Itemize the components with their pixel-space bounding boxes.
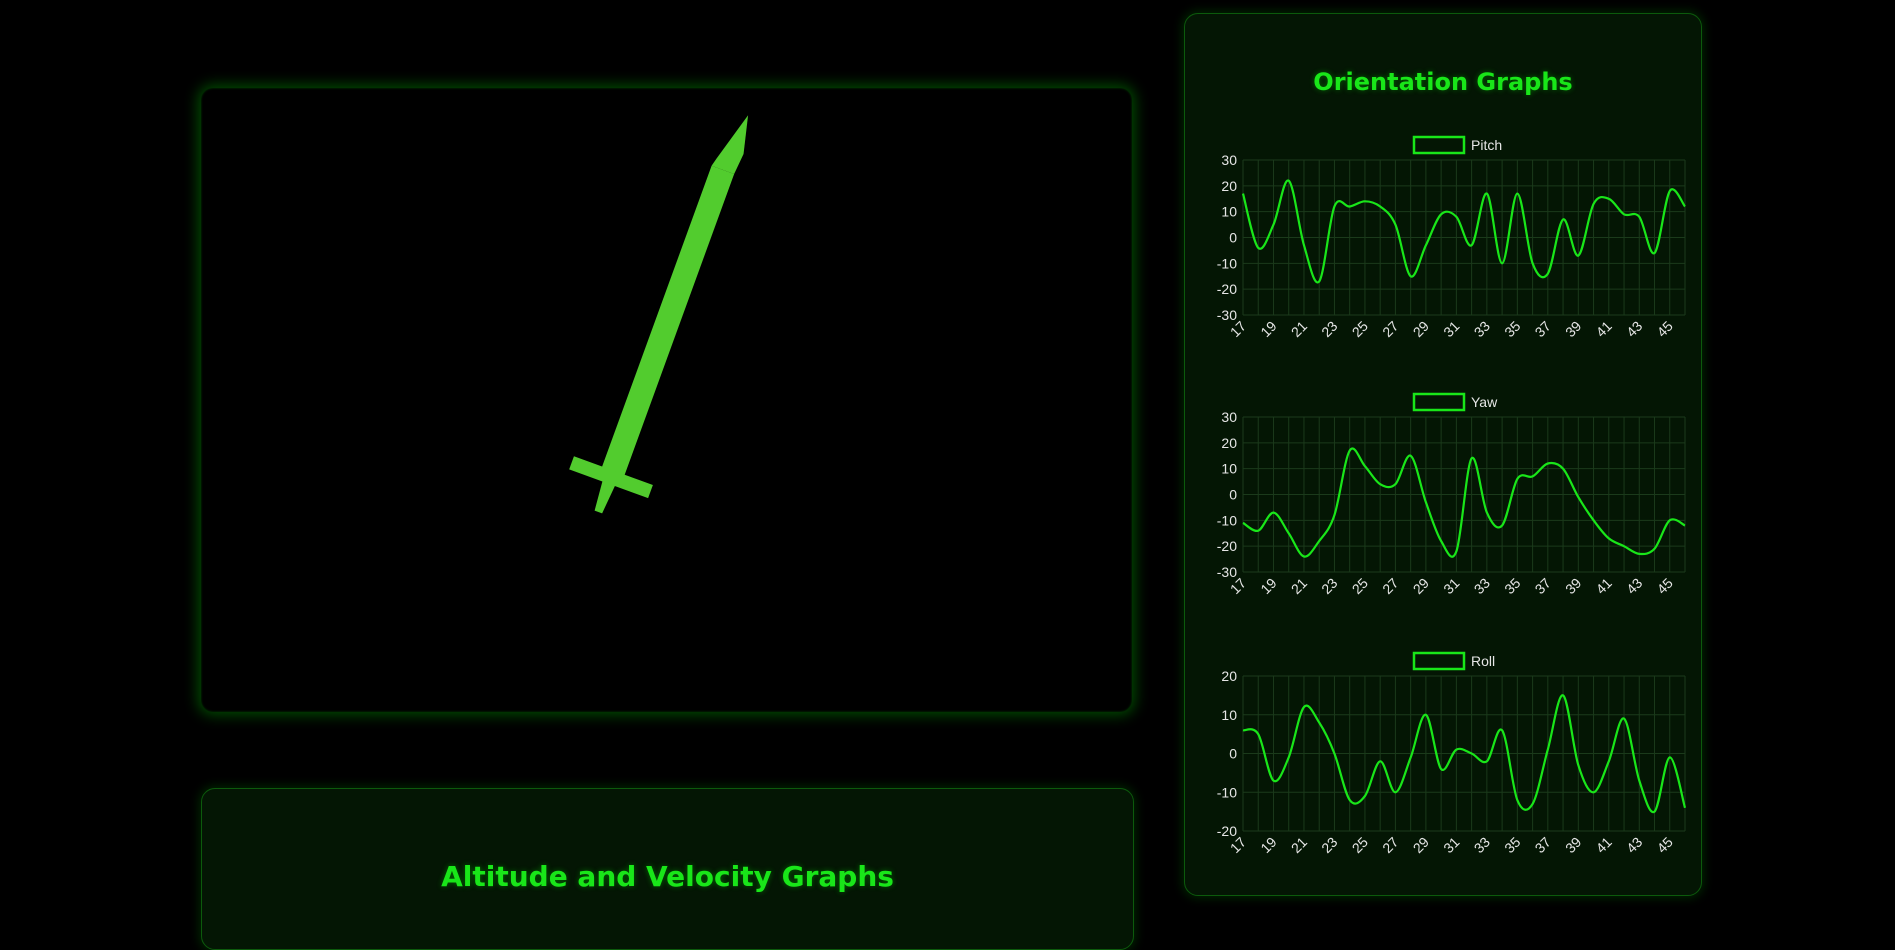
x-tick-label: 21 bbox=[1288, 318, 1310, 340]
legend[interactable]: Roll bbox=[1412, 651, 1495, 671]
series-line bbox=[1242, 447, 1686, 558]
y-tick-label: 30 bbox=[1221, 152, 1237, 168]
rocket-model bbox=[569, 115, 749, 514]
altitude-velocity-title: Altitude and Velocity Graphs bbox=[441, 860, 894, 893]
rocket-nose bbox=[711, 115, 749, 175]
x-tick-label: 43 bbox=[1623, 575, 1645, 597]
legend-label: Pitch bbox=[1471, 137, 1502, 153]
x-tick-label: 39 bbox=[1562, 318, 1584, 340]
x-tick-label: 35 bbox=[1501, 575, 1523, 597]
x-tick-label: 21 bbox=[1288, 834, 1310, 856]
y-tick-label: -10 bbox=[1217, 784, 1237, 800]
y-tick-label: 0 bbox=[1229, 487, 1237, 503]
x-tick-label: 27 bbox=[1379, 575, 1401, 597]
x-tick-label: 35 bbox=[1501, 834, 1523, 856]
x-tick-label: 27 bbox=[1379, 834, 1401, 856]
legend-label: Yaw bbox=[1471, 394, 1498, 410]
x-tick-label: 29 bbox=[1410, 318, 1432, 340]
x-tick-label: 45 bbox=[1654, 834, 1676, 856]
x-tick-label: 35 bbox=[1501, 318, 1523, 340]
rocket-body bbox=[598, 165, 735, 485]
y-tick-label: -20 bbox=[1217, 281, 1237, 297]
x-tick-label: 43 bbox=[1623, 318, 1645, 340]
legend[interactable]: Yaw bbox=[1412, 392, 1498, 412]
y-tick-label: -10 bbox=[1217, 255, 1237, 271]
y-tick-label: 20 bbox=[1221, 435, 1237, 451]
y-tick-label: -10 bbox=[1217, 512, 1237, 528]
x-tick-label: 37 bbox=[1532, 318, 1554, 340]
x-tick-label: 39 bbox=[1562, 834, 1584, 856]
legend-swatch bbox=[1412, 392, 1466, 412]
x-tick-label: 37 bbox=[1532, 575, 1554, 597]
x-tick-label: 27 bbox=[1379, 318, 1401, 340]
x-tick-label: 37 bbox=[1532, 834, 1554, 856]
y-tick-label: 10 bbox=[1221, 204, 1237, 220]
y-tick-label: 10 bbox=[1221, 461, 1237, 477]
y-tick-label: 20 bbox=[1221, 178, 1237, 194]
rocket-shape bbox=[569, 115, 749, 514]
x-tick-label: 23 bbox=[1318, 834, 1340, 856]
x-tick-label: 41 bbox=[1593, 834, 1615, 856]
roll-chart[interactable]: Roll20100-10-2017 19 21 23 25 27 29 31 33 35 37 39 4… bbox=[1195, 644, 1695, 884]
orientation-title: Orientation Graphs bbox=[1313, 68, 1573, 96]
x-tick-label: 33 bbox=[1471, 318, 1493, 340]
x-tick-label: 31 bbox=[1440, 834, 1462, 856]
x-tick-label: 31 bbox=[1440, 575, 1462, 597]
x-tick-label: 19 bbox=[1257, 834, 1279, 856]
yaw-chart[interactable]: Yaw3020100-10-20-3017 19 21 23 25 27 29 31 33 35 3… bbox=[1195, 385, 1695, 625]
series-line bbox=[1241, 179, 1686, 284]
x-tick-label: 25 bbox=[1349, 575, 1371, 597]
legend-swatch bbox=[1412, 651, 1466, 671]
x-tick-label: 45 bbox=[1654, 318, 1676, 340]
orientation-panel: Orientation Graphs Pitch 30 20 10 0 -10 -20 -30… bbox=[1184, 13, 1702, 896]
x-tick-label: 43 bbox=[1623, 834, 1645, 856]
x-tick-label: 39 bbox=[1562, 575, 1584, 597]
x-tick-label: 33 bbox=[1471, 834, 1493, 856]
y-tick-label: 20 bbox=[1221, 668, 1237, 684]
x-tick-label: 23 bbox=[1318, 318, 1340, 340]
y-tick-label: 30 bbox=[1221, 409, 1237, 425]
x-tick-label: 29 bbox=[1410, 575, 1432, 597]
y-tick-label: 10 bbox=[1221, 707, 1237, 723]
y-tick-label: 0 bbox=[1229, 230, 1237, 246]
x-tick-label: 29 bbox=[1410, 834, 1432, 856]
x-tick-label: 33 bbox=[1471, 575, 1493, 597]
legend-swatch bbox=[1412, 135, 1466, 155]
rocket-tail bbox=[594, 477, 617, 514]
x-tick-label: 45 bbox=[1654, 575, 1676, 597]
x-tick-label: 25 bbox=[1349, 318, 1371, 340]
legend[interactable]: Pitch bbox=[1412, 135, 1502, 155]
pitch-chart[interactable]: Pitch3020100-10-20-3017 19 21 23 25 27 29 31 33 3… bbox=[1195, 128, 1695, 368]
x-tick-label: 23 bbox=[1318, 575, 1340, 597]
x-tick-label: 31 bbox=[1440, 318, 1462, 340]
x-tick-label: 21 bbox=[1288, 575, 1310, 597]
x-tick-label: 41 bbox=[1593, 575, 1615, 597]
y-tick-label: 0 bbox=[1229, 746, 1237, 762]
x-tick-label: 19 bbox=[1257, 318, 1279, 340]
legend-label: Roll bbox=[1471, 653, 1495, 669]
x-tick-label: 19 bbox=[1257, 575, 1279, 597]
3d-viewport[interactable] bbox=[201, 88, 1132, 712]
y-tick-label: -20 bbox=[1217, 538, 1237, 554]
x-tick-label: 41 bbox=[1593, 318, 1615, 340]
altitude-velocity-panel: Altitude and Velocity Graphs bbox=[201, 788, 1134, 950]
x-tick-label: 25 bbox=[1349, 834, 1371, 856]
